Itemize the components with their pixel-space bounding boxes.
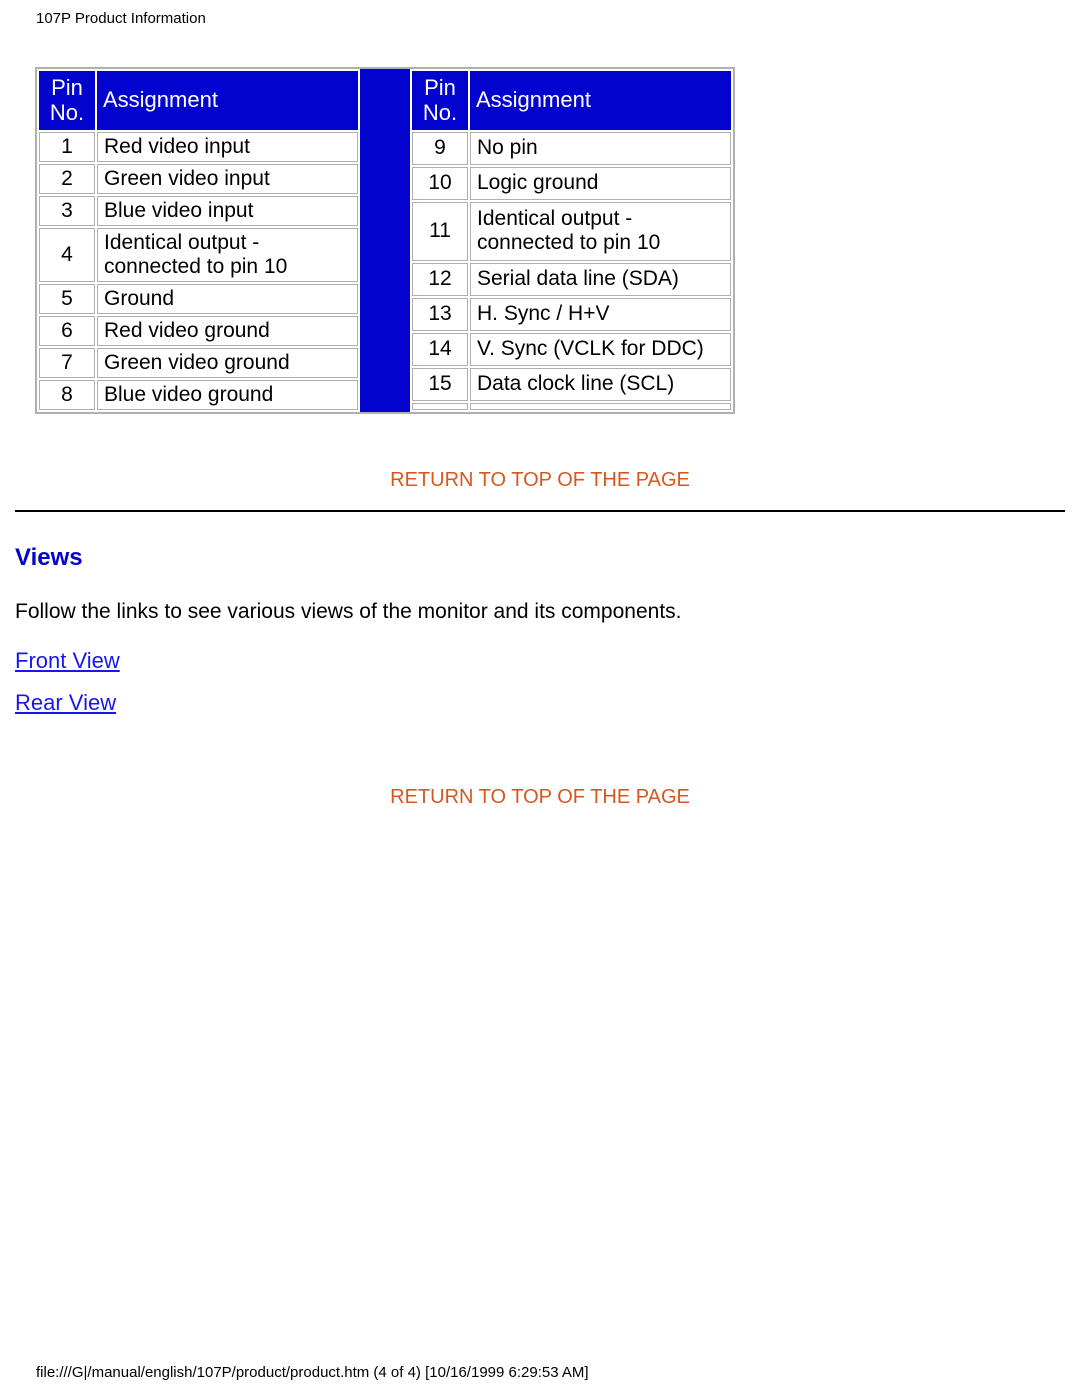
pin-table-right: Pin No. Assignment 9No pin 10Logic groun…: [410, 69, 733, 412]
table-spacer: [360, 69, 410, 412]
assignment-cell: [470, 403, 731, 410]
table-row: 13H. Sync / H+V: [412, 298, 731, 331]
pin-no-cell: 6: [39, 316, 95, 346]
views-section-text: Follow the links to see various views of…: [15, 600, 1065, 624]
table-row: [412, 403, 731, 410]
pin-no-cell: 14: [412, 333, 468, 366]
assignment-cell: Data clock line (SCL): [470, 368, 731, 401]
assignment-cell: No pin: [470, 132, 731, 165]
assignment-cell: Identical output - connected to pin 10: [97, 228, 358, 282]
return-top-link[interactable]: RETURN TO TOP OF THE PAGE: [390, 786, 690, 808]
table-row: 5Ground: [39, 284, 358, 314]
pin-no-cell: [412, 403, 468, 410]
table-row: 8Blue video ground: [39, 380, 358, 410]
table-row: 12Serial data line (SDA): [412, 263, 731, 296]
pin-table-left: Pin No. Assignment 1Red video input 2Gre…: [37, 69, 360, 412]
table-row: 10Logic ground: [412, 167, 731, 200]
table-row: 9No pin: [412, 132, 731, 165]
assignment-cell: H. Sync / H+V: [470, 298, 731, 331]
header-assignment: Assignment: [97, 71, 358, 130]
rear-view-link[interactable]: Rear View: [15, 690, 1065, 716]
assignment-cell: Identical output - connected to pin 10: [470, 202, 731, 261]
pin-no-cell: 10: [412, 167, 468, 200]
table-row: 2Green video input: [39, 164, 358, 194]
header-pin-no: Pin No.: [39, 71, 95, 130]
header-assignment: Assignment: [470, 71, 731, 130]
table-row: 7Green video ground: [39, 348, 358, 378]
table-row: 4Identical output - connected to pin 10: [39, 228, 358, 282]
section-divider: [15, 510, 1065, 512]
front-view-link[interactable]: Front View: [15, 648, 1065, 674]
page-header-title: 107P Product Information: [0, 0, 1080, 27]
assignment-cell: Red video ground: [97, 316, 358, 346]
assignment-cell: Ground: [97, 284, 358, 314]
assignment-cell: Logic ground: [470, 167, 731, 200]
assignment-cell: Serial data line (SDA): [470, 263, 731, 296]
pin-no-cell: 3: [39, 196, 95, 226]
pin-no-cell: 15: [412, 368, 468, 401]
pin-no-cell: 8: [39, 380, 95, 410]
pin-no-cell: 2: [39, 164, 95, 194]
pin-no-cell: 1: [39, 132, 95, 162]
return-top-link-container-2: RETURN TO TOP OF THE PAGE: [15, 786, 1065, 809]
pin-no-cell: 7: [39, 348, 95, 378]
table-row: 14V. Sync (VCLK for DDC): [412, 333, 731, 366]
table-row: 1Red video input: [39, 132, 358, 162]
assignment-cell: Green video ground: [97, 348, 358, 378]
pin-no-cell: 4: [39, 228, 95, 282]
pin-no-cell: 5: [39, 284, 95, 314]
assignment-cell: Blue video ground: [97, 380, 358, 410]
pin-no-cell: 13: [412, 298, 468, 331]
assignment-cell: Red video input: [97, 132, 358, 162]
views-section-title: Views: [15, 544, 1065, 572]
return-top-link[interactable]: RETURN TO TOP OF THE PAGE: [390, 469, 690, 491]
footer-path: file:///G|/manual/english/107P/product/p…: [36, 1364, 589, 1381]
return-top-link-container: RETURN TO TOP OF THE PAGE: [15, 469, 1065, 492]
assignment-cell: Green video input: [97, 164, 358, 194]
table-row: 11Identical output - connected to pin 10: [412, 202, 731, 261]
table-row: 15Data clock line (SCL): [412, 368, 731, 401]
main-content: Pin No. Assignment 1Red video input 2Gre…: [0, 67, 1080, 809]
assignment-cell: V. Sync (VCLK for DDC): [470, 333, 731, 366]
table-row: 3Blue video input: [39, 196, 358, 226]
pin-tables-container: Pin No. Assignment 1Red video input 2Gre…: [35, 67, 735, 414]
header-pin-no: Pin No.: [412, 71, 468, 130]
pin-no-cell: 9: [412, 132, 468, 165]
pin-no-cell: 12: [412, 263, 468, 296]
assignment-cell: Blue video input: [97, 196, 358, 226]
pin-no-cell: 11: [412, 202, 468, 261]
table-row: 6Red video ground: [39, 316, 358, 346]
